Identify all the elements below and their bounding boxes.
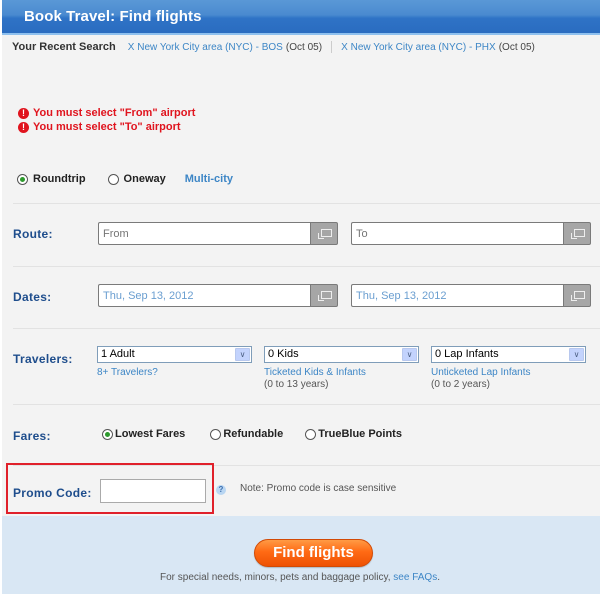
chevron-down-icon[interactable]: ∨ — [235, 348, 250, 361]
from-input[interactable] — [98, 222, 310, 245]
travelers-label: Travelers: — [13, 352, 73, 366]
recent-search-link[interactable]: X New York City area (NYC) - PHX — [341, 42, 496, 53]
depart-date-field — [98, 284, 338, 307]
adults-select[interactable]: 1 Adult ∨ — [97, 346, 252, 363]
trip-type-group: Roundtrip Oneway Multi-city — [17, 173, 233, 185]
error-text: You must select "From" airport — [33, 107, 196, 119]
return-calendar-button[interactable] — [563, 284, 591, 307]
popup-icon — [570, 228, 585, 239]
recent-search-date: (Oct 05) — [498, 42, 535, 53]
return-date-input[interactable] — [351, 284, 563, 307]
exclamation-icon: ! — [18, 107, 29, 119]
to-field — [351, 222, 591, 245]
refundable-label: Refundable — [223, 428, 284, 440]
kids-select[interactable]: 0 Kids ∨ — [264, 346, 419, 363]
divider — [13, 203, 600, 204]
chevron-down-icon[interactable]: ∨ — [569, 348, 584, 361]
radio-unchecked-icon[interactable] — [107, 173, 119, 185]
from-field — [98, 222, 338, 245]
page-title: Book Travel: Find flights — [24, 8, 202, 25]
calendar-icon — [570, 290, 585, 301]
error-from: ! You must select "From" airport — [18, 106, 195, 120]
popup-icon — [317, 228, 332, 239]
fares-label: Fares: — [13, 429, 51, 443]
calendar-icon — [317, 290, 332, 301]
lap-infants-link[interactable]: Unticketed Lap Infants — [431, 367, 531, 378]
radio-unchecked-icon[interactable] — [305, 428, 317, 440]
chevron-down-icon[interactable]: ∨ — [402, 348, 417, 361]
radio-checked-icon[interactable] — [102, 428, 113, 440]
infants-selected: 0 Lap Infants — [435, 348, 499, 360]
fares-group: Lowest Fares Refundable TrueBlue Points — [102, 428, 402, 440]
divider — [13, 404, 600, 405]
error-text: You must select "To" airport — [33, 121, 181, 133]
roundtrip-label: Roundtrip — [33, 173, 86, 185]
radio-unchecked-icon[interactable] — [210, 428, 222, 440]
oneway-label: Oneway — [123, 173, 166, 185]
route-label: Route: — [13, 227, 53, 241]
recent-search-link[interactable]: X New York City area (NYC) - BOS — [128, 42, 283, 53]
exclamation-icon: ! — [18, 121, 29, 133]
find-flights-button[interactable]: Find flights — [254, 539, 373, 567]
adults-selected: 1 Adult — [101, 348, 135, 360]
footer-note-text: For special needs, minors, pets and bagg… — [160, 572, 394, 583]
footer-note-period: . — [437, 572, 440, 583]
to-input[interactable] — [351, 222, 563, 245]
return-date-field — [351, 284, 591, 307]
recent-search-label: Your Recent Search — [12, 41, 116, 53]
divider — [13, 266, 600, 267]
depart-date-input[interactable] — [98, 284, 310, 307]
depart-calendar-button[interactable] — [310, 284, 338, 307]
see-faqs-link[interactable]: see FAQs — [393, 572, 437, 583]
header-bar: Book Travel: Find flights — [2, 0, 600, 35]
infants-select[interactable]: 0 Lap Infants ∨ — [431, 346, 586, 363]
divider — [13, 328, 600, 329]
separator — [331, 41, 333, 54]
dates-label: Dates: — [13, 290, 52, 304]
error-to: ! You must select "To" airport — [18, 120, 195, 134]
infants-age-note: (0 to 2 years) — [431, 379, 490, 390]
promo-code-note: Note: Promo code is case sensitive — [240, 483, 397, 494]
ticketed-kids-link[interactable]: Ticketed Kids & Infants — [264, 367, 366, 378]
help-icon[interactable]: ? — [216, 485, 226, 495]
eight-plus-travelers-link[interactable]: 8+ Travelers? — [97, 367, 158, 378]
kids-age-note: (0 to 13 years) — [264, 379, 329, 390]
from-picker-button[interactable] — [310, 222, 338, 245]
recent-search-date: (Oct 05) — [285, 42, 323, 53]
multi-city-link[interactable]: Multi-city — [185, 173, 233, 185]
lowest-fares-label: Lowest Fares — [115, 428, 186, 440]
error-messages: ! You must select "From" airport ! You m… — [18, 106, 195, 134]
roundtrip-radio[interactable]: Roundtrip — [17, 173, 86, 185]
trueblue-points-radio[interactable]: TrueBlue Points — [305, 428, 402, 440]
refundable-radio[interactable]: Refundable — [210, 428, 283, 440]
footer-note: For special needs, minors, pets and bagg… — [0, 572, 600, 583]
promo-highlight-box — [6, 463, 214, 514]
oneway-radio[interactable]: Oneway — [107, 173, 166, 185]
recent-search: Your Recent Search X New York City area … — [12, 41, 535, 54]
trueblue-points-label: TrueBlue Points — [318, 428, 402, 440]
lowest-fares-radio[interactable]: Lowest Fares — [102, 428, 185, 440]
radio-checked-icon[interactable] — [17, 173, 28, 185]
kids-selected: 0 Kids — [268, 348, 299, 360]
to-picker-button[interactable] — [563, 222, 591, 245]
